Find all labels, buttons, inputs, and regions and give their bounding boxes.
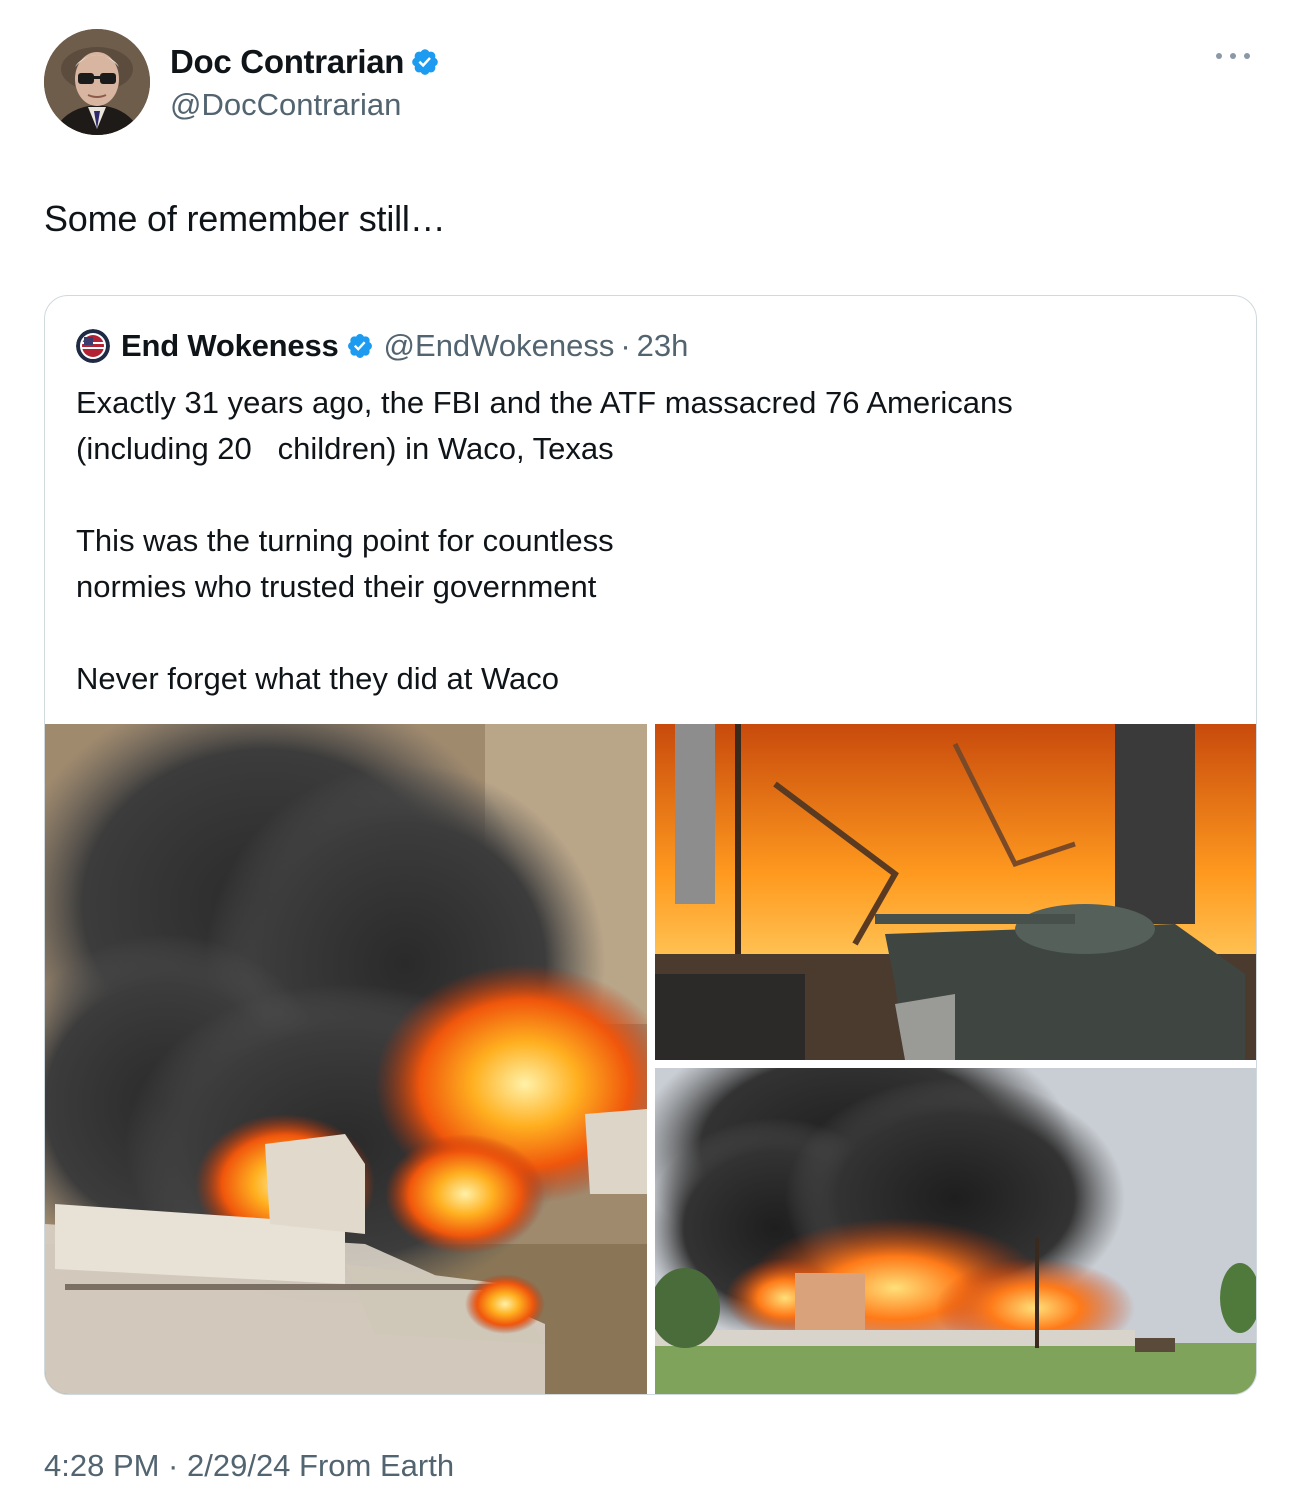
more-options-icon[interactable] bbox=[1216, 49, 1250, 63]
author-name-row: Doc Contrarian bbox=[170, 43, 440, 81]
author-handle[interactable]: @DocContrarian bbox=[170, 87, 440, 123]
quoted-paragraph: Never forget what they did at Waco bbox=[76, 661, 560, 696]
verified-badge-icon[interactable] bbox=[410, 47, 440, 77]
quoted-author-handle[interactable]: @EndWokeness bbox=[384, 328, 615, 364]
more-dot bbox=[1244, 53, 1250, 59]
more-dot bbox=[1230, 53, 1236, 59]
quoted-verified-badge-icon[interactable] bbox=[346, 332, 374, 360]
author-info: Doc Contrarian @DocContrarian bbox=[170, 43, 440, 123]
quoted-tweet-card[interactable]: End Wokeness @EndWokeness · 23h Exactly … bbox=[44, 295, 1257, 1395]
quoted-author-avatar[interactable] bbox=[76, 329, 110, 363]
media-image-field-fire[interactable] bbox=[655, 1068, 1256, 1394]
more-dot bbox=[1216, 53, 1222, 59]
quoted-tweet-header: End Wokeness @EndWokeness · 23h bbox=[76, 326, 688, 366]
tweet-header: Doc Contrarian @DocContrarian bbox=[44, 29, 1264, 135]
tweet-timestamp[interactable]: 4:28 PM · 2/29/24 From Earth bbox=[44, 1448, 454, 1484]
media-image-tank-fire[interactable] bbox=[655, 724, 1256, 1060]
quoted-paragraph: This was the turning point for countless… bbox=[76, 523, 614, 604]
quoted-author-name[interactable]: End Wokeness bbox=[121, 328, 339, 364]
quoted-time[interactable]: 23h bbox=[637, 328, 689, 364]
quoted-tweet-text: Exactly 31 years ago, the FBI and the AT… bbox=[76, 380, 1216, 702]
author-name[interactable]: Doc Contrarian bbox=[170, 43, 404, 81]
quoted-paragraph: Exactly 31 years ago, the FBI and the AT… bbox=[76, 385, 1013, 466]
media-image-aerial-fire[interactable] bbox=[45, 724, 647, 1394]
tweet-text: Some of remember still… bbox=[44, 198, 446, 239]
media-grid bbox=[45, 724, 1256, 1394]
quoted-separator: · bbox=[620, 328, 631, 363]
author-avatar[interactable] bbox=[44, 29, 150, 135]
